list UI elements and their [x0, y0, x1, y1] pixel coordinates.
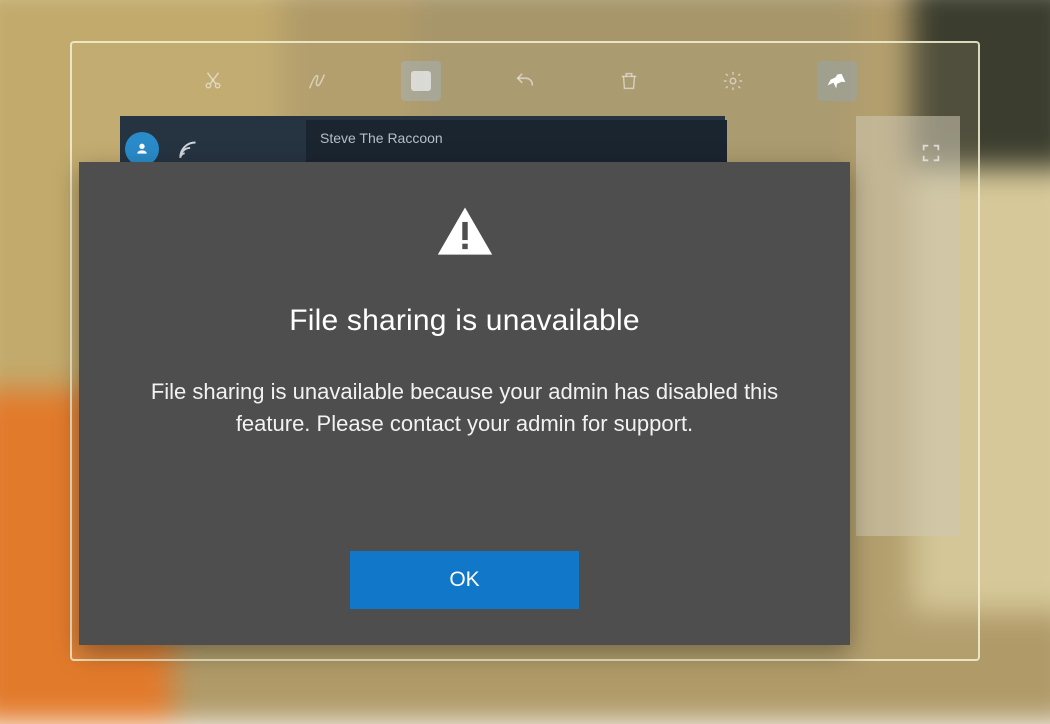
side-panel [856, 116, 960, 536]
avatar[interactable] [125, 132, 159, 166]
fullscreen-icon[interactable] [920, 142, 942, 164]
warning-icon [436, 204, 494, 258]
settings-icon[interactable] [713, 61, 753, 101]
dialog-title: File sharing is unavailable [289, 304, 640, 338]
trash-icon[interactable] [609, 61, 649, 101]
participant-name-tab[interactable]: Steve The Raccoon [306, 120, 727, 164]
cut-icon[interactable] [193, 61, 233, 101]
pin-icon[interactable] [817, 61, 857, 101]
toolbar [72, 53, 978, 109]
draw-icon[interactable] [297, 61, 337, 101]
ok-button[interactable]: OK [350, 551, 579, 609]
stop-icon[interactable] [401, 61, 441, 101]
dialog-message: File sharing is unavailable because your… [115, 376, 815, 440]
broadcast-icon[interactable] [176, 136, 202, 162]
participant-name-label: Steve The Raccoon [320, 130, 443, 146]
undo-icon[interactable] [505, 61, 545, 101]
error-dialog: File sharing is unavailable File sharing… [79, 162, 850, 645]
